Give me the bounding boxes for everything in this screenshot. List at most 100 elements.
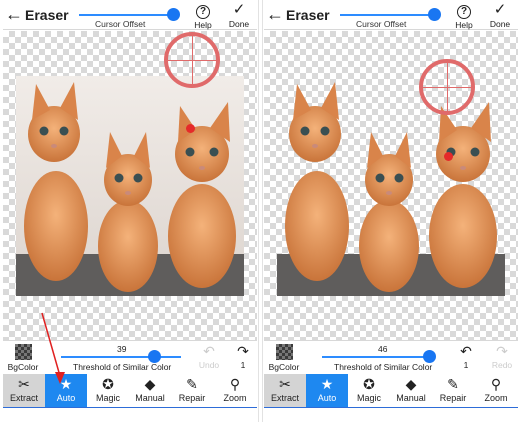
page-title: Eraser bbox=[286, 7, 330, 23]
cursor-offset-slider-track[interactable] bbox=[340, 14, 432, 16]
undo-count: 1 bbox=[463, 360, 469, 370]
undo-button[interactable]: ↶ Undo bbox=[195, 343, 223, 371]
brush-icon: ✎ bbox=[186, 376, 198, 392]
tool-extract[interactable]: ✂ Extract bbox=[264, 374, 306, 407]
eraser-icon: ◆ bbox=[144, 376, 156, 392]
tool-repair-label: Repair bbox=[439, 393, 467, 403]
star-icon: ★ bbox=[59, 376, 73, 392]
editing-canvas[interactable] bbox=[264, 31, 518, 340]
threshold-row: BgColor 39 Threshold of Similar Color ↶ … bbox=[3, 340, 257, 373]
cursor-offset-slider-knob[interactable] bbox=[428, 8, 441, 21]
threshold-row: BgColor 46 Threshold of Similar Color ↶ … bbox=[264, 340, 518, 373]
question-circle-icon: ? bbox=[189, 2, 217, 19]
eraser-cursor-ring[interactable] bbox=[419, 59, 475, 115]
threshold-label: Threshold of Similar Color bbox=[334, 362, 433, 372]
bottom-strip bbox=[3, 407, 257, 422]
eraser-screen-before: ← Eraser Cursor Offset ? Help ✓ Done BgC… bbox=[3, 0, 257, 422]
threshold-value: 39 bbox=[117, 344, 127, 354]
redo-button[interactable]: ↷ 1 bbox=[229, 343, 257, 371]
help-label: Help bbox=[194, 20, 212, 30]
page-title: Eraser bbox=[25, 7, 69, 23]
scissors-icon: ✂ bbox=[18, 376, 30, 392]
undo-button[interactable]: ↶ 1 bbox=[452, 343, 480, 371]
tool-manual-label: Manual bbox=[135, 393, 165, 403]
threshold-label: Threshold of Similar Color bbox=[73, 362, 172, 372]
undo-icon: ↶ bbox=[460, 343, 472, 359]
undo-icon: ↶ bbox=[203, 343, 215, 359]
back-arrow-icon[interactable]: ← bbox=[5, 4, 23, 24]
brush-icon: ✎ bbox=[447, 376, 459, 392]
undo-label: Undo bbox=[198, 360, 220, 370]
top-bar: ← Eraser Cursor Offset ? Help ✓ Done bbox=[3, 0, 257, 30]
redo-button[interactable]: ↷ Redo bbox=[488, 343, 516, 371]
magnifier-icon: ⚲ bbox=[490, 376, 502, 392]
tool-zoom-label: Zoom bbox=[484, 393, 508, 403]
checkerboard-icon bbox=[275, 344, 293, 360]
question-circle-icon: ? bbox=[450, 2, 478, 19]
tool-bar: ✂ Extract ★ Auto ✪ Magic ◆ Manual ✎ Repa… bbox=[3, 374, 257, 407]
tool-repair[interactable]: ✎ Repair bbox=[171, 374, 213, 407]
threshold-slider-track[interactable] bbox=[61, 356, 181, 358]
bgcolor-label: BgColor bbox=[268, 362, 300, 372]
scissors-icon: ✂ bbox=[279, 376, 291, 392]
cursor-offset-slider-knob[interactable] bbox=[167, 8, 180, 21]
tool-manual[interactable]: ◆ Manual bbox=[129, 374, 171, 407]
cursor-offset-label: Cursor Offset bbox=[95, 19, 146, 29]
editing-canvas[interactable] bbox=[3, 31, 257, 340]
magnifier-icon: ⚲ bbox=[229, 376, 241, 392]
tool-bar: ✂ Extract ★ Auto ✪ Magic ◆ Manual ✎ Repa… bbox=[264, 374, 518, 407]
tool-magic[interactable]: ✪ Magic bbox=[87, 374, 129, 407]
tool-zoom[interactable]: ⚲ Zoom bbox=[474, 374, 518, 407]
tool-repair-label: Repair bbox=[178, 393, 206, 403]
screenshots-pair: ← Eraser Cursor Offset ? Help ✓ Done BgC… bbox=[0, 0, 520, 422]
redo-icon: ↷ bbox=[496, 343, 508, 359]
cursor-offset-slider-track[interactable] bbox=[79, 14, 171, 16]
tool-zoom[interactable]: ⚲ Zoom bbox=[213, 374, 257, 407]
kittens-photo-background-removed bbox=[277, 82, 505, 296]
help-label: Help bbox=[455, 20, 473, 30]
help-button[interactable]: ? Help bbox=[450, 2, 478, 30]
done-button[interactable]: ✓ Done bbox=[486, 2, 514, 30]
magic-star-icon: ✪ bbox=[363, 376, 375, 392]
tool-magic-label: Magic bbox=[356, 393, 381, 403]
tool-auto-label: Auto bbox=[317, 393, 337, 403]
eraser-icon: ◆ bbox=[405, 376, 417, 392]
top-bar: ← Eraser Cursor Offset ? Help ✓ Done bbox=[264, 0, 518, 30]
tool-auto[interactable]: ★ Auto bbox=[306, 374, 348, 407]
cursor-offset-label: Cursor Offset bbox=[356, 19, 407, 29]
kittens-photo bbox=[16, 76, 244, 296]
tool-repair[interactable]: ✎ Repair bbox=[432, 374, 474, 407]
tool-extract-label: Extract bbox=[270, 393, 299, 403]
done-label: Done bbox=[489, 19, 511, 29]
help-button[interactable]: ? Help bbox=[189, 2, 217, 30]
tool-extract[interactable]: ✂ Extract bbox=[3, 374, 45, 407]
magic-star-icon: ✪ bbox=[102, 376, 114, 392]
tool-auto[interactable]: ★ Auto bbox=[45, 374, 87, 407]
checkmark-icon: ✓ bbox=[232, 1, 246, 18]
bgcolor-label: BgColor bbox=[7, 362, 39, 372]
bgcolor-button[interactable]: BgColor bbox=[264, 343, 304, 373]
tool-auto-label: Auto bbox=[56, 393, 76, 403]
eraser-touch-point bbox=[186, 124, 195, 133]
bgcolor-button[interactable]: BgColor bbox=[3, 343, 43, 373]
redo-icon: ↷ bbox=[237, 343, 249, 359]
tool-magic[interactable]: ✪ Magic bbox=[348, 374, 390, 407]
checkmark-icon: ✓ bbox=[493, 1, 507, 18]
threshold-value: 46 bbox=[378, 344, 388, 354]
tool-manual[interactable]: ◆ Manual bbox=[390, 374, 432, 407]
done-button[interactable]: ✓ Done bbox=[225, 2, 253, 30]
tool-magic-label: Magic bbox=[95, 393, 120, 403]
checkerboard-icon bbox=[14, 344, 32, 360]
eraser-cursor-ring[interactable] bbox=[164, 32, 220, 88]
star-icon: ★ bbox=[320, 376, 334, 392]
bottom-strip bbox=[264, 407, 518, 422]
eraser-screen-after: ← Eraser Cursor Offset ? Help ✓ Done BgC… bbox=[264, 0, 518, 422]
redo-label: Redo bbox=[491, 360, 513, 370]
done-label: Done bbox=[228, 19, 250, 29]
tool-extract-label: Extract bbox=[9, 393, 38, 403]
screen-divider bbox=[258, 0, 263, 422]
threshold-slider-track[interactable] bbox=[322, 356, 434, 358]
eraser-touch-point bbox=[444, 152, 453, 161]
back-arrow-icon[interactable]: ← bbox=[266, 4, 284, 24]
tool-manual-label: Manual bbox=[396, 393, 426, 403]
